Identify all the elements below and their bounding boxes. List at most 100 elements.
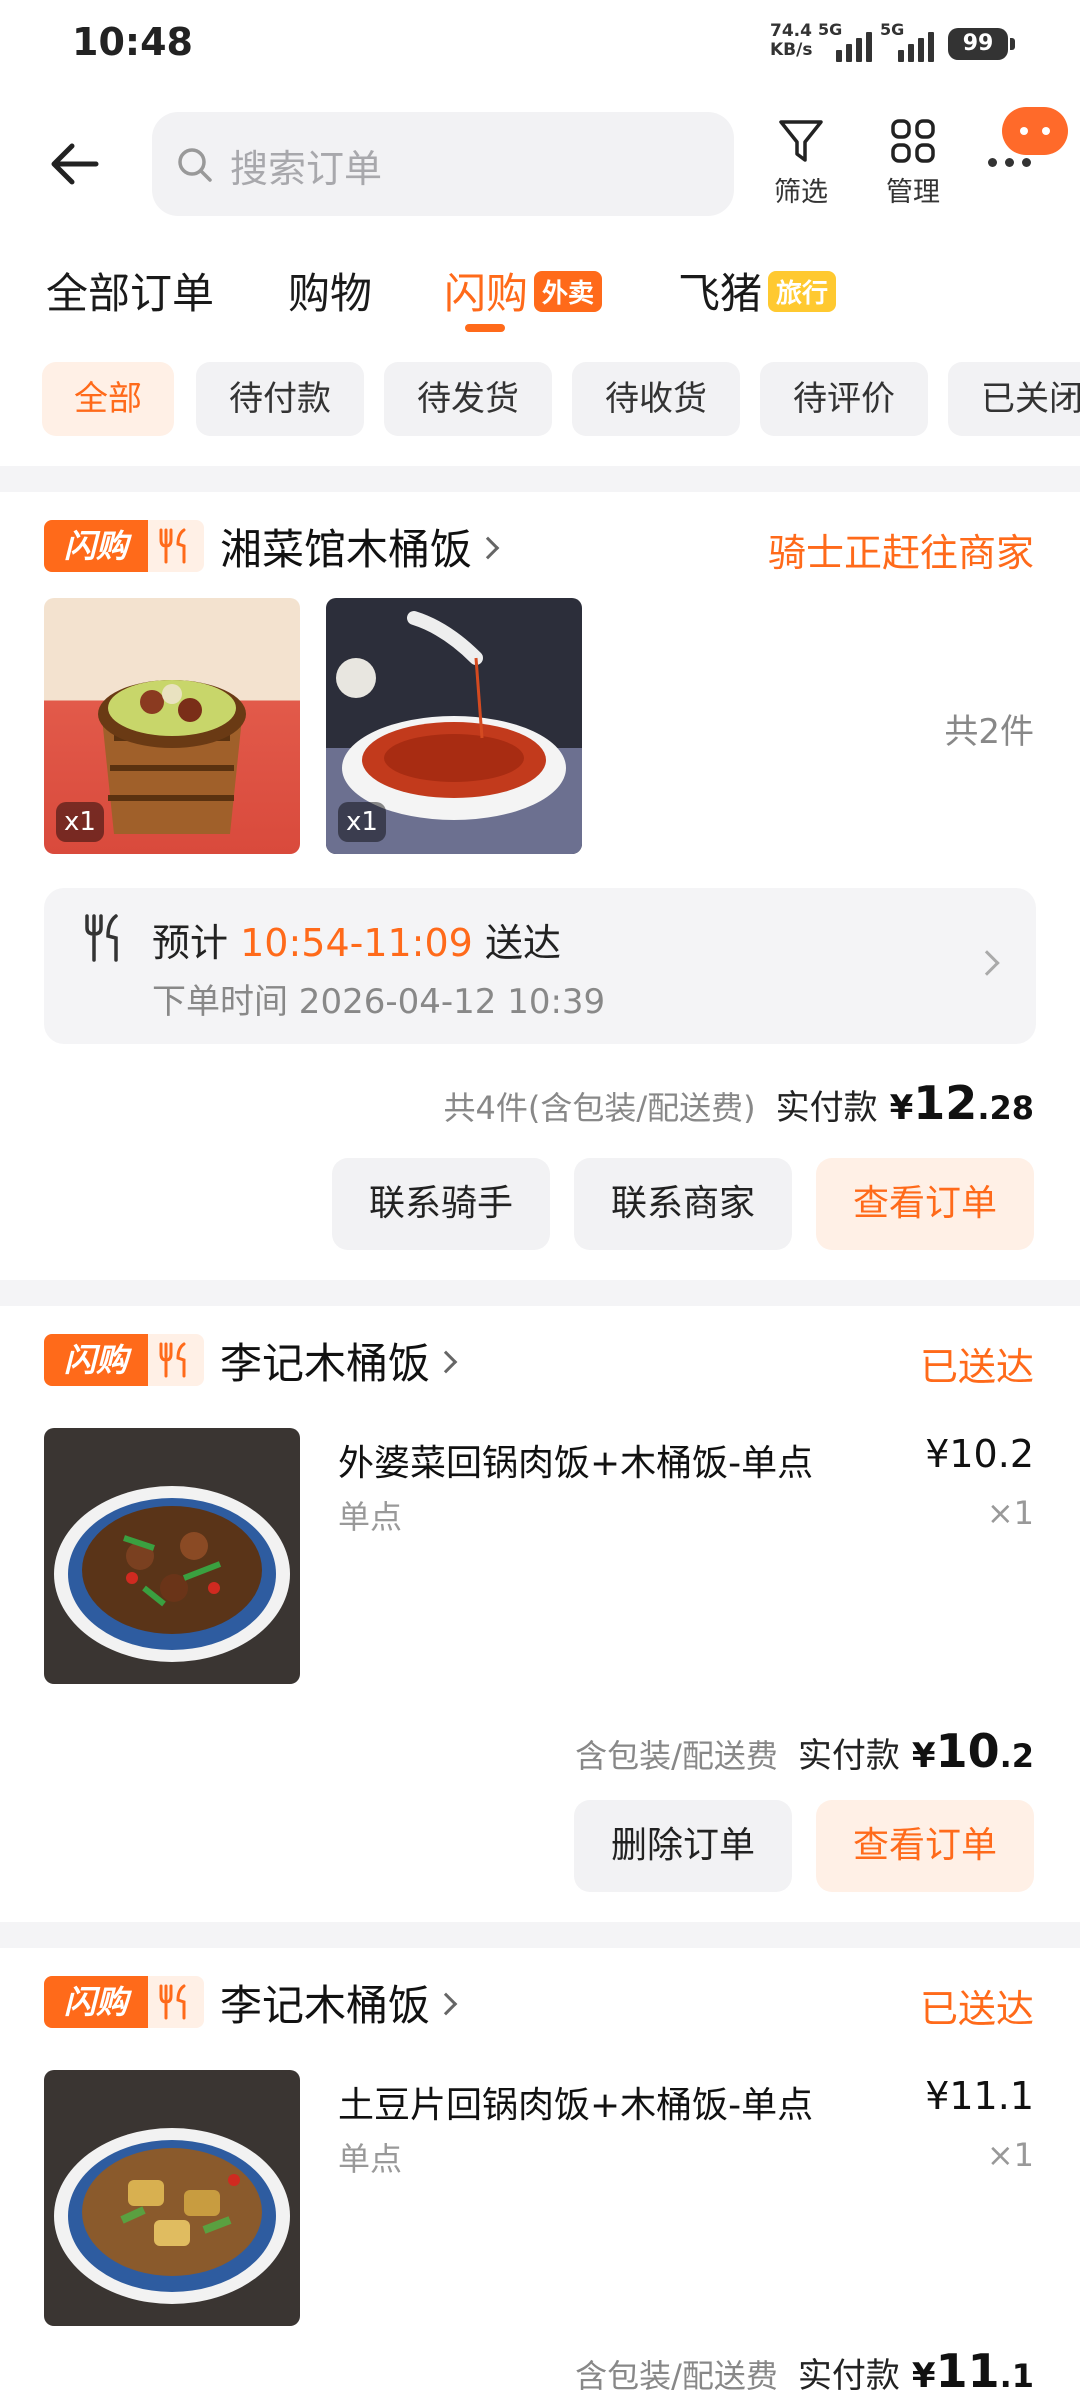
- search-icon: [178, 148, 212, 182]
- flash-buy-badge: 闪购: [44, 1976, 148, 2028]
- flash-buy-badge: 闪购: [44, 1334, 148, 1386]
- chip-all[interactable]: 全部: [42, 362, 174, 436]
- eta-line: 预计 10:54-11:09 送达: [152, 912, 561, 967]
- manage-button[interactable]: 管理: [868, 118, 958, 209]
- view-order-button[interactable]: 查看订单: [816, 1158, 1034, 1250]
- signal-icon-2: [898, 24, 934, 62]
- order-card[interactable]: 闪购 湘菜馆木桶饭 骑士正赶往商家 x1 x1 共2件 预计 10:54-11:…: [0, 492, 1080, 1280]
- tab-shopping[interactable]: 购物: [288, 260, 372, 321]
- back-arrow-icon[interactable]: [44, 134, 104, 194]
- eta-suffix: 送达: [484, 921, 561, 965]
- item-count: 共2件: [944, 712, 1034, 752]
- search-input[interactable]: 搜索订单: [152, 112, 734, 216]
- shop-name[interactable]: 湘菜馆木桶饭: [220, 516, 500, 577]
- tab-all-orders[interactable]: 全部订单: [46, 260, 214, 321]
- food-image-chili-oil[interactable]: x1: [326, 598, 582, 854]
- tab-flash-buy[interactable]: 闪购 外卖: [444, 260, 603, 321]
- filter-button[interactable]: 筛选: [756, 118, 846, 209]
- food-image-potato-pork[interactable]: [44, 2070, 300, 2326]
- signal-icon: [836, 24, 872, 62]
- item-spec: 单点: [338, 1498, 403, 1536]
- status-filter-chips: 全部 待付款 待发货 待收货 待评价 已关闭: [0, 362, 1080, 436]
- payment-summary: 共4件(含包装/配送费) 实付款 ¥12.28: [444, 1076, 1035, 1130]
- food-image-twice-cooked-pork[interactable]: [44, 1428, 300, 1684]
- message-bubble-icon: [1002, 107, 1068, 155]
- item-spec: 单点: [338, 2140, 403, 2178]
- chip-pending-receipt[interactable]: 待收货: [572, 362, 740, 436]
- active-tab-indicator: [465, 324, 505, 332]
- payment-summary: 含包装/配送费 实付款 ¥10.2: [575, 1724, 1034, 1778]
- contact-merchant-button[interactable]: 联系商家: [574, 1158, 792, 1250]
- item-price: ¥10.2: [925, 1432, 1034, 1476]
- net-speed: 74.4 KB/s: [770, 22, 812, 60]
- net-speed-value: 74.4: [770, 21, 812, 41]
- chip-closed[interactable]: 已关闭: [948, 362, 1080, 436]
- item-name: 外婆菜回锅肉饭+木桶饭-单点: [338, 1443, 814, 1484]
- chevron-right-icon: [476, 536, 500, 560]
- tab-fliggy[interactable]: 飞猪 旅行: [678, 260, 837, 321]
- order-status: 已送达: [919, 1987, 1034, 2031]
- header-area: 10:48 74.4 KB/s 5G 5G 99 搜索订单 筛选 管理 全部订单…: [0, 0, 1080, 466]
- quantity-badge: x1: [56, 802, 104, 842]
- shop-name[interactable]: 李记木桶饭: [220, 1330, 458, 1391]
- more-dots-icon: [988, 158, 1031, 167]
- eta-prefix: 预计: [152, 921, 229, 965]
- order-tabs: 全部订单 购物 闪购 外卖 飞猪 旅行: [0, 256, 1080, 336]
- chip-pending-shipment[interactable]: 待发货: [384, 362, 552, 436]
- food-image-bucket-rice[interactable]: x1: [44, 598, 300, 854]
- tab-label: 全部订单: [46, 269, 215, 318]
- utensils-icon: [148, 1976, 204, 2028]
- pay-amount-int: 12: [913, 1076, 978, 1130]
- status-bar: 10:48 74.4 KB/s 5G 5G 99: [0, 0, 1080, 90]
- potato-pork-image: [54, 2128, 290, 2304]
- battery-icon: 99: [948, 28, 1015, 60]
- pay-note: 含包装/配送费: [575, 1737, 778, 1775]
- takeout-tag: 外卖: [534, 271, 603, 312]
- clock: 10:48: [72, 20, 193, 64]
- search-placeholder: 搜索订单: [230, 147, 383, 191]
- delivery-eta-panel[interactable]: 预计 10:54-11:09 送达 下单时间 2026-04-12 10:39: [44, 888, 1036, 1044]
- contact-rider-button[interactable]: 联系骑手: [332, 1158, 550, 1250]
- shop-name[interactable]: 李记木桶饭: [220, 1972, 458, 2033]
- twice-cooked-pork-image: [54, 1486, 290, 1662]
- tab-label: 购物: [288, 269, 373, 318]
- shop-name-text: 湘菜馆木桶饭: [220, 525, 473, 574]
- net-speed-unit: KB/s: [770, 40, 813, 60]
- pay-amount-dec: .2: [999, 1737, 1034, 1775]
- pay-amount-dec: .28: [977, 1089, 1034, 1127]
- chip-pending-payment[interactable]: 待付款: [196, 362, 364, 436]
- tab-label: 闪购: [444, 269, 529, 318]
- eta-time: 10:54-11:09: [240, 921, 473, 965]
- pay-amount-int: 10: [935, 1724, 1000, 1778]
- pay-note: 含包装/配送费: [575, 2357, 778, 2395]
- grid-icon: [891, 119, 935, 163]
- pay-label: 实付款: [775, 1088, 878, 1128]
- more-button[interactable]: [985, 100, 1080, 180]
- manage-label: 管理: [886, 177, 940, 208]
- pay-amount-int: 11: [935, 2344, 1000, 2398]
- order-time: 下单时间 2026-04-12 10:39: [152, 982, 606, 1022]
- chevron-right-icon: [434, 1350, 458, 1374]
- filter-icon: [779, 120, 823, 162]
- pay-label: 实付款: [797, 2356, 900, 2396]
- chevron-right-icon: [434, 1992, 458, 2016]
- item-quantity: ×1: [986, 2136, 1034, 2174]
- chevron-right-icon: [974, 950, 1000, 976]
- pay-amount-dec: .1: [999, 2357, 1034, 2395]
- shop-name-text: 李记木桶饭: [220, 1981, 431, 2030]
- quantity-badge: x1: [338, 802, 386, 842]
- pay-note: 共4件(含包装/配送费): [443, 1089, 756, 1127]
- utensils-icon: [85, 914, 118, 962]
- order-card[interactable]: 闪购 李记木桶饭 已送达 外婆菜回锅肉饭+木桶饭-单点 ¥10.2 单点 ×1 …: [0, 1306, 1080, 1922]
- chip-pending-review[interactable]: 待评价: [760, 362, 928, 436]
- order-status: 骑士正赶往商家: [767, 531, 1034, 575]
- payment-summary: 含包装/配送费 实付款 ¥11.1: [575, 2344, 1034, 2398]
- order-card[interactable]: 闪购 李记木桶饭 已送达 土豆片回锅肉饭+木桶饭-单点 ¥11.1 单点 ×1 …: [0, 1948, 1080, 2400]
- shop-name-text: 李记木桶饭: [220, 1339, 431, 1388]
- delete-order-button[interactable]: 删除订单: [574, 1800, 792, 1892]
- flash-buy-badge: 闪购: [44, 520, 148, 572]
- currency-symbol: ¥: [911, 1736, 936, 1776]
- utensils-icon: [148, 1334, 204, 1386]
- item-quantity: ×1: [986, 1494, 1034, 1532]
- view-order-button[interactable]: 查看订单: [816, 1800, 1034, 1892]
